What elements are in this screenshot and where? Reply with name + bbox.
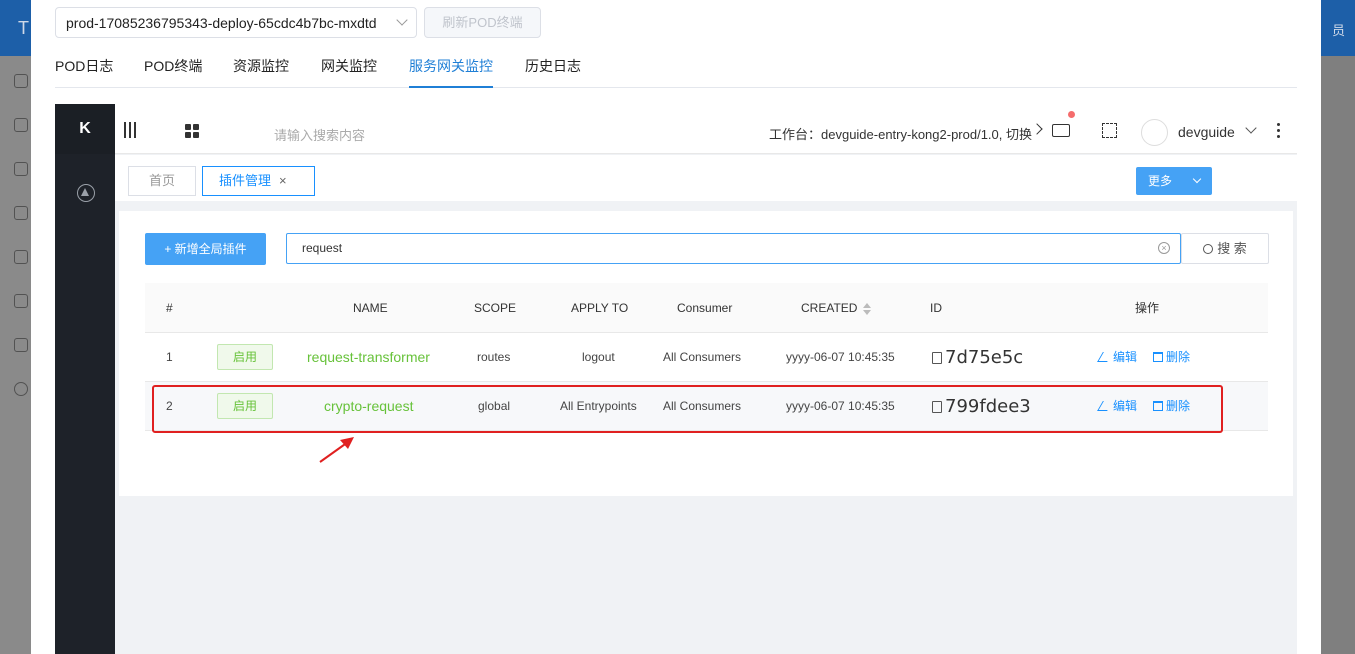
- kong-topbar: 请输入搜索内容 工作台：devguide-entry-kong2-prod/1.…: [115, 104, 1297, 154]
- pod-select-value: prod-17085236795343-deploy-65cdc4b7bc-mx…: [66, 15, 377, 31]
- add-global-plugin-button[interactable]: + 新增全局插件: [145, 233, 266, 265]
- fullscreen-icon[interactable]: [1102, 123, 1117, 138]
- trash-icon: [1153, 352, 1163, 362]
- plugin-created: yyyy-06-07 10:45:35: [786, 350, 895, 364]
- page-tab-label: 插件管理: [219, 173, 272, 188]
- column-header-id: ID: [930, 301, 942, 315]
- background-app-title: T: [18, 18, 29, 38]
- terminal-icon[interactable]: [1052, 124, 1070, 137]
- search-icon: [1203, 244, 1214, 254]
- plugin-id-value: 7d75e5c: [945, 347, 1024, 368]
- tab-resource-monitor[interactable]: 资源监控: [233, 56, 289, 88]
- column-header-index: #: [166, 301, 173, 315]
- background-app-user-label: 员: [1331, 23, 1345, 38]
- refresh-pod-terminal-button[interactable]: 刷新POD终端: [424, 7, 541, 38]
- page-tab-plugins[interactable]: 插件管理 ×: [202, 166, 315, 196]
- background-nav-icon: [14, 338, 28, 352]
- pod-select[interactable]: prod-17085236795343-deploy-65cdc4b7bc-mx…: [55, 7, 417, 38]
- username[interactable]: devguide: [1178, 124, 1235, 140]
- highlight-box: [152, 385, 1223, 433]
- clear-icon[interactable]: ×: [1158, 242, 1170, 254]
- search-button[interactable]: 搜 索: [1181, 233, 1269, 264]
- pod-tabs: POD日志 POD终端 资源监控 网关监控 服务网关监控 历史日志: [55, 52, 1297, 88]
- table-header: # NAME SCOPE APPLY TO Consumer CREATED I…: [145, 283, 1268, 333]
- pod-dialog: prod-17085236795343-deploy-65cdc4b7bc-mx…: [31, 0, 1321, 654]
- more-vertical-icon[interactable]: [1277, 123, 1280, 139]
- background-nav-icon: [14, 74, 28, 88]
- tab-gateway-monitor[interactable]: 网关监控: [321, 56, 377, 88]
- edit-label: 编辑: [1113, 350, 1138, 364]
- column-header-actions: 操作: [1135, 301, 1160, 315]
- tab-service-gateway-monitor[interactable]: 服务网关监控: [409, 56, 493, 88]
- chevron-down-icon: [1192, 174, 1202, 184]
- delete-button[interactable]: 删除: [1153, 333, 1190, 382]
- column-header-name: NAME: [353, 301, 388, 315]
- plugin-nav-icon[interactable]: [77, 184, 95, 202]
- kong-sidebar: K: [55, 104, 115, 654]
- chevron-down-icon: [396, 14, 408, 26]
- delete-label: 删除: [1166, 350, 1191, 364]
- close-icon[interactable]: ×: [279, 173, 287, 188]
- plugin-panel: + 新增全局插件 request × 搜 索 # NAME SCOPE APPL…: [119, 211, 1293, 496]
- edit-icon: [1097, 352, 1113, 362]
- background-nav-icon: [14, 294, 28, 308]
- more-button-label: 更多: [1148, 174, 1173, 188]
- background-nav-icon: [14, 118, 28, 132]
- background-nav-icon: [14, 382, 28, 396]
- plugin-id: 7d75e5c: [932, 333, 1023, 382]
- plugin-name-link[interactable]: request-transformer: [307, 333, 430, 382]
- notification-dot: [1068, 111, 1075, 118]
- plugin-search-value: request: [302, 241, 343, 255]
- background-nav-icon: [14, 162, 28, 176]
- background-nav-icon: [14, 206, 28, 220]
- status-badge: 启用: [217, 344, 273, 370]
- column-header-consumer: Consumer: [677, 301, 733, 315]
- tab-pod-log[interactable]: POD日志: [55, 56, 113, 88]
- kong-logo[interactable]: K: [55, 104, 115, 154]
- kong-embedded-frame: K 请输入搜索内容 工作台：devguide-entry-kong2-prod/…: [55, 104, 1297, 654]
- tab-pod-terminal[interactable]: POD终端: [144, 56, 202, 88]
- avatar[interactable]: [1141, 119, 1168, 146]
- background-sidebar: [0, 56, 31, 654]
- plugin-apply-to: logout: [582, 350, 615, 364]
- chevron-right-icon[interactable]: [1031, 123, 1043, 135]
- row-index: 1: [166, 350, 173, 364]
- tab-history-log[interactable]: 历史日志: [525, 56, 581, 88]
- column-header-apply-to: APPLY TO: [571, 301, 629, 315]
- background-overlay-right: [1321, 56, 1355, 654]
- page-tabbar: 首页 插件管理 ×: [115, 155, 1297, 201]
- page-tab-home[interactable]: 首页: [128, 166, 196, 196]
- column-header-scope: SCOPE: [474, 301, 517, 315]
- menu-toggle-icon[interactable]: [124, 122, 138, 138]
- more-dropdown-button[interactable]: 更多: [1136, 167, 1212, 195]
- plugin-search-input[interactable]: request ×: [286, 233, 1181, 264]
- annotation-arrow-icon: [319, 437, 354, 463]
- column-header-created[interactable]: CREATED: [801, 283, 872, 333]
- copy-icon[interactable]: [932, 352, 942, 364]
- workspace-switcher[interactable]: 工作台：devguide-entry-kong2-prod/1.0, 切换: [769, 124, 1032, 143]
- column-header-created-label: CREATED: [801, 301, 858, 315]
- edit-button[interactable]: 编辑: [1097, 333, 1138, 382]
- plugin-scope: routes: [477, 350, 511, 364]
- background-nav-icon: [14, 250, 28, 264]
- table-row: 1 启用 request-transformer routes logout A…: [145, 333, 1268, 382]
- search-button-label: 搜 索: [1217, 241, 1247, 256]
- sort-icon[interactable]: [863, 302, 872, 315]
- chevron-down-icon[interactable]: [1245, 122, 1257, 134]
- plugin-consumer: All Consumers: [663, 350, 742, 364]
- apps-grid-icon[interactable]: [185, 124, 199, 138]
- global-search-input[interactable]: 请输入搜索内容: [274, 125, 365, 144]
